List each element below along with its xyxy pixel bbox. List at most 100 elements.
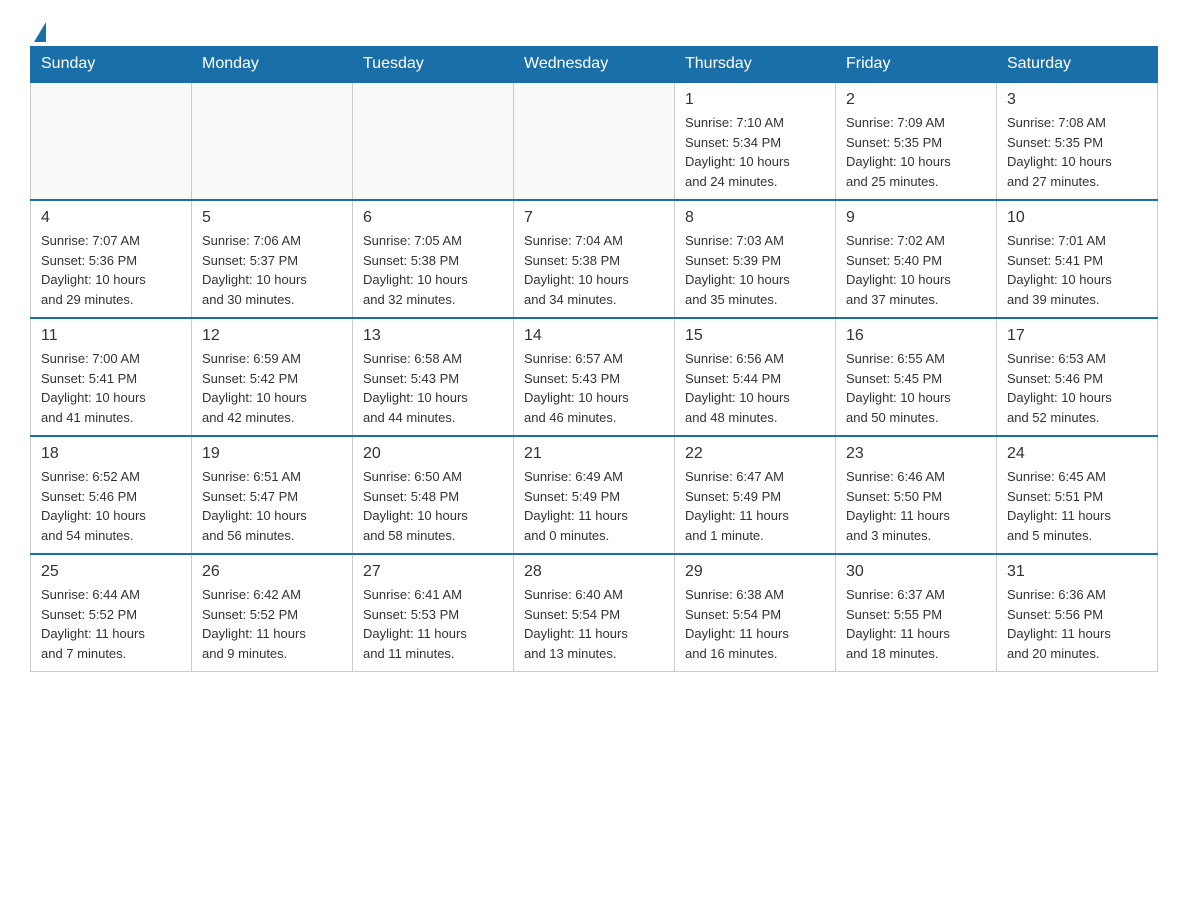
day-number: 8 [685,209,825,227]
page-header [30,20,1158,36]
weekday-header-thursday: Thursday [675,47,836,83]
day-info: Sunrise: 6:59 AM Sunset: 5:42 PM Dayligh… [202,349,342,427]
day-number: 18 [41,445,181,463]
day-cell: 3Sunrise: 7:08 AM Sunset: 5:35 PM Daylig… [997,82,1158,200]
weekday-header-tuesday: Tuesday [353,47,514,83]
day-cell: 15 Sunrise: 6:56 AM Sunset: 5:44 PM Dayli… [675,318,836,436]
day-number: 12 [202,327,342,345]
day-cell: 2 Sunrise: 7:09 AM Sunset: 5:35 PM Daylig… [836,82,997,200]
day-cell: 9 Sunrise: 7:02 AM Sunset: 5:40 PM Daylig… [836,200,997,318]
day-number: 23 [846,445,986,463]
day-cell: 21Sunrise: 6:49 AM Sunset: 5:49 PM Dayli… [514,436,675,554]
day-number: 24 [1007,445,1147,463]
day-info: Sunrise: 6:44 AM Sunset: 5:52 PM Dayligh… [41,585,181,663]
day-cell: 7 Sunrise: 7:04 AM Sunset: 5:38 PM Daylig… [514,200,675,318]
week-row-1: 1 Sunrise: 7:10 AM Sunset: 5:34 PM Daylig… [31,82,1158,200]
day-number: 26 [202,563,342,581]
day-info: Sunrise: 7:10 AM Sunset: 5:34 PM Dayligh… [685,113,825,191]
day-number: 20 [363,445,503,463]
weekday-header-sunday: Sunday [31,47,192,83]
day-number: 11 [41,327,181,345]
day-info: Sunrise: 6:36 AM Sunset: 5:56 PM Dayligh… [1007,585,1147,663]
day-info: Sunrise: 6:57 AM Sunset: 5:43 PM Dayligh… [524,349,664,427]
day-cell: 31Sunrise: 6:36 AM Sunset: 5:56 PM Dayli… [997,554,1158,672]
day-number: 30 [846,563,986,581]
day-info: Sunrise: 7:02 AM Sunset: 5:40 PM Dayligh… [846,231,986,309]
day-number: 5 [202,209,342,227]
week-row-5: 25 Sunrise: 6:44 AM Sunset: 5:52 PM Dayli… [31,554,1158,672]
day-cell: 8Sunrise: 7:03 AM Sunset: 5:39 PM Daylig… [675,200,836,318]
day-cell: 14 Sunrise: 6:57 AM Sunset: 5:43 PM Dayli… [514,318,675,436]
day-info: Sunrise: 7:09 AM Sunset: 5:35 PM Dayligh… [846,113,986,191]
day-cell: 27Sunrise: 6:41 AM Sunset: 5:53 PM Dayli… [353,554,514,672]
day-number: 14 [524,327,664,345]
day-number: 13 [363,327,503,345]
day-number: 22 [685,445,825,463]
weekday-header-friday: Friday [836,47,997,83]
day-info: Sunrise: 6:46 AM Sunset: 5:50 PM Dayligh… [846,467,986,545]
day-info: Sunrise: 6:52 AM Sunset: 5:46 PM Dayligh… [41,467,181,545]
day-info: Sunrise: 7:01 AM Sunset: 5:41 PM Dayligh… [1007,231,1147,309]
weekday-header-wednesday: Wednesday [514,47,675,83]
day-info: Sunrise: 6:49 AM Sunset: 5:49 PM Dayligh… [524,467,664,545]
day-number: 6 [363,209,503,227]
day-info: Sunrise: 6:58 AM Sunset: 5:43 PM Dayligh… [363,349,503,427]
day-cell: 4Sunrise: 7:07 AM Sunset: 5:36 PM Daylig… [31,200,192,318]
day-cell: 26 Sunrise: 6:42 AM Sunset: 5:52 PM Dayli… [192,554,353,672]
calendar-header: SundayMondayTuesdayWednesdayThursdayFrid… [31,47,1158,83]
day-number: 27 [363,563,503,581]
day-number: 28 [524,563,664,581]
day-info: Sunrise: 6:37 AM Sunset: 5:55 PM Dayligh… [846,585,986,663]
day-number: 2 [846,91,986,109]
weekday-header-saturday: Saturday [997,47,1158,83]
day-info: Sunrise: 6:45 AM Sunset: 5:51 PM Dayligh… [1007,467,1147,545]
day-info: Sunrise: 7:05 AM Sunset: 5:38 PM Dayligh… [363,231,503,309]
day-info: Sunrise: 7:06 AM Sunset: 5:37 PM Dayligh… [202,231,342,309]
day-cell: 22 Sunrise: 6:47 AM Sunset: 5:49 PM Dayli… [675,436,836,554]
day-number: 25 [41,563,181,581]
day-cell: 18 Sunrise: 6:52 AM Sunset: 5:46 PM Dayli… [31,436,192,554]
day-number: 29 [685,563,825,581]
week-row-2: 4Sunrise: 7:07 AM Sunset: 5:36 PM Daylig… [31,200,1158,318]
day-cell: 19 Sunrise: 6:51 AM Sunset: 5:47 PM Dayli… [192,436,353,554]
day-info: Sunrise: 6:55 AM Sunset: 5:45 PM Dayligh… [846,349,986,427]
logo [30,20,46,36]
day-cell: 16Sunrise: 6:55 AM Sunset: 5:45 PM Dayli… [836,318,997,436]
day-info: Sunrise: 6:42 AM Sunset: 5:52 PM Dayligh… [202,585,342,663]
calendar-body: 1 Sunrise: 7:10 AM Sunset: 5:34 PM Daylig… [31,82,1158,672]
day-cell: 25 Sunrise: 6:44 AM Sunset: 5:52 PM Dayli… [31,554,192,672]
day-cell: 29 Sunrise: 6:38 AM Sunset: 5:54 PM Dayli… [675,554,836,672]
day-info: Sunrise: 7:04 AM Sunset: 5:38 PM Dayligh… [524,231,664,309]
day-info: Sunrise: 6:56 AM Sunset: 5:44 PM Dayligh… [685,349,825,427]
day-number: 10 [1007,209,1147,227]
day-cell: 11Sunrise: 7:00 AM Sunset: 5:41 PM Dayli… [31,318,192,436]
day-cell: 10 Sunrise: 7:01 AM Sunset: 5:41 PM Dayli… [997,200,1158,318]
day-cell [514,82,675,200]
day-number: 15 [685,327,825,345]
day-info: Sunrise: 6:40 AM Sunset: 5:54 PM Dayligh… [524,585,664,663]
day-cell: 20 Sunrise: 6:50 AM Sunset: 5:48 PM Dayli… [353,436,514,554]
day-info: Sunrise: 6:47 AM Sunset: 5:49 PM Dayligh… [685,467,825,545]
day-info: Sunrise: 6:38 AM Sunset: 5:54 PM Dayligh… [685,585,825,663]
weekday-header-monday: Monday [192,47,353,83]
day-cell [192,82,353,200]
week-row-4: 18 Sunrise: 6:52 AM Sunset: 5:46 PM Dayli… [31,436,1158,554]
day-cell: 28 Sunrise: 6:40 AM Sunset: 5:54 PM Dayli… [514,554,675,672]
day-info: Sunrise: 7:07 AM Sunset: 5:36 PM Dayligh… [41,231,181,309]
day-number: 9 [846,209,986,227]
day-cell: 23 Sunrise: 6:46 AM Sunset: 5:50 PM Dayli… [836,436,997,554]
calendar-table: SundayMondayTuesdayWednesdayThursdayFrid… [30,46,1158,672]
weekday-header-row: SundayMondayTuesdayWednesdayThursdayFrid… [31,47,1158,83]
day-cell [353,82,514,200]
day-cell [31,82,192,200]
day-number: 3 [1007,91,1147,109]
day-number: 7 [524,209,664,227]
week-row-3: 11Sunrise: 7:00 AM Sunset: 5:41 PM Dayli… [31,318,1158,436]
logo-triangle-icon [34,22,46,42]
day-number: 1 [685,91,825,109]
day-cell: 5 Sunrise: 7:06 AM Sunset: 5:37 PM Daylig… [192,200,353,318]
day-info: Sunrise: 6:51 AM Sunset: 5:47 PM Dayligh… [202,467,342,545]
day-cell: 12 Sunrise: 6:59 AM Sunset: 5:42 PM Dayli… [192,318,353,436]
day-info: Sunrise: 6:50 AM Sunset: 5:48 PM Dayligh… [363,467,503,545]
day-number: 19 [202,445,342,463]
